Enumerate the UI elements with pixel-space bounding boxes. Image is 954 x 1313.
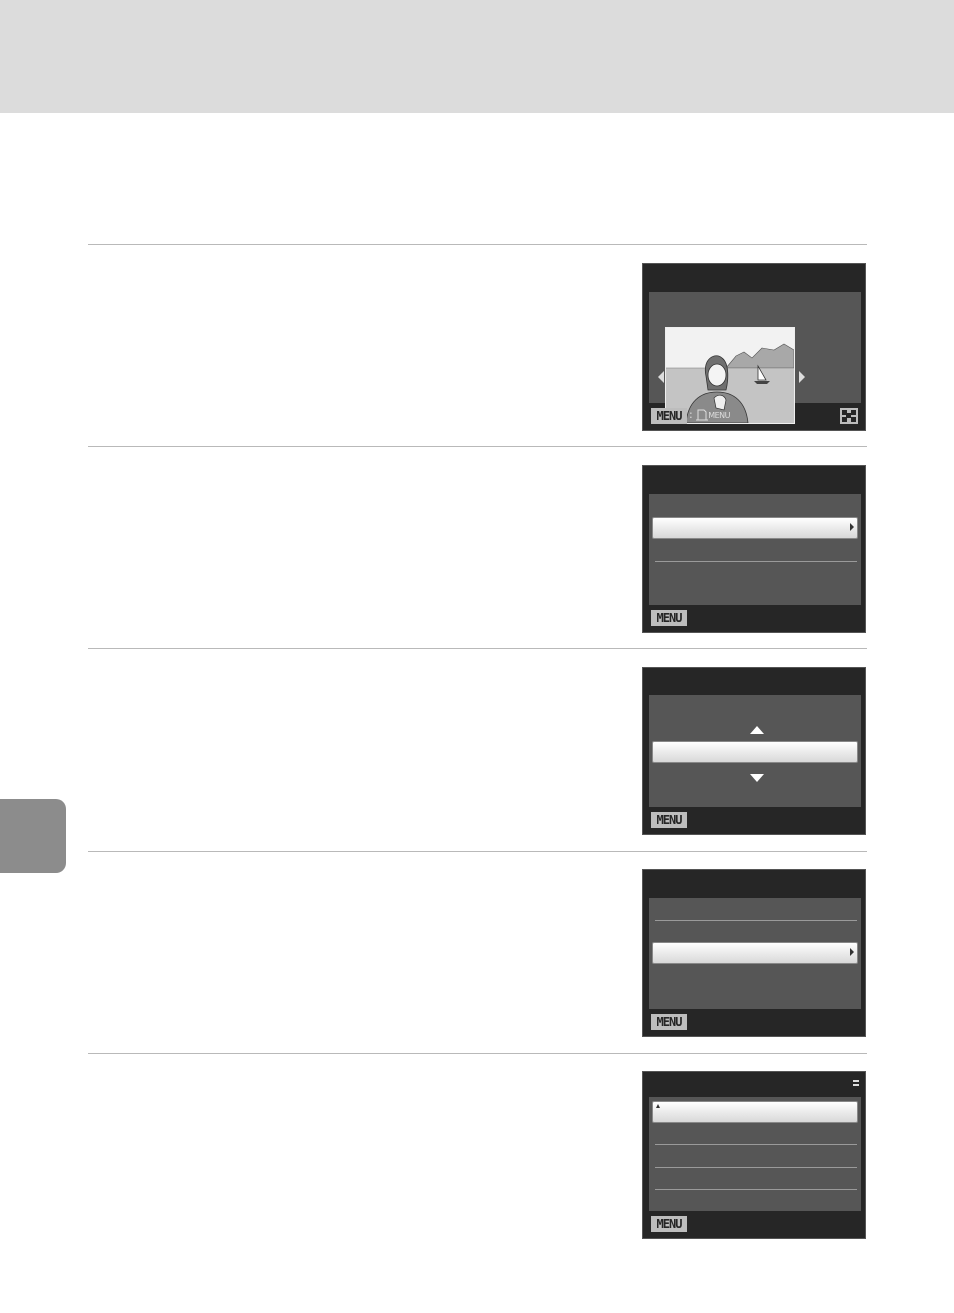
camera-screen-menu-2: MENU: [642, 869, 866, 1037]
selector-value-row[interactable]: [652, 741, 858, 763]
menu-separator: [655, 561, 857, 562]
camera-screen-menu-1: MENU: [642, 465, 866, 633]
arrow-down-icon[interactable]: [750, 774, 764, 782]
menu-item-selected[interactable]: [652, 942, 858, 964]
camera-screen-list: MENU: [642, 1071, 866, 1239]
menu-button-icon[interactable]: MENU: [651, 408, 687, 424]
print-icon: [696, 409, 709, 421]
thumbnail-view-icon[interactable]: [840, 408, 858, 424]
chevron-right-icon: [850, 948, 854, 956]
step-divider: [88, 851, 867, 852]
selector-panel: [649, 695, 861, 807]
camera-screen-selector: MENU: [642, 667, 866, 835]
menu-button-icon[interactable]: MENU: [651, 1014, 687, 1030]
scroll-indicator-icon: [853, 1080, 859, 1086]
page-header-band: [0, 0, 954, 113]
menu-panel: [649, 898, 861, 1009]
next-image-icon[interactable]: [799, 371, 805, 383]
step-divider: [88, 446, 867, 447]
menu-panel: [649, 494, 861, 605]
print-menu-label: MENU: [708, 411, 730, 420]
step-divider: [88, 1053, 867, 1054]
menu-separator: [655, 920, 857, 921]
arrow-up-icon[interactable]: [750, 726, 764, 734]
playback-panel: [649, 292, 861, 424]
list-separator: [655, 1189, 857, 1190]
menu-button-icon[interactable]: MENU: [651, 812, 687, 828]
list-item-selected[interactable]: [652, 1101, 858, 1123]
list-separator: [655, 1144, 857, 1145]
chevron-right-icon: [850, 523, 854, 531]
step-divider: [88, 648, 867, 649]
cursor-icon: [656, 1104, 660, 1108]
list-separator: [655, 1167, 857, 1168]
list-panel: [649, 1097, 861, 1211]
menu-button-icon[interactable]: MENU: [651, 1216, 687, 1232]
prev-image-icon[interactable]: [658, 371, 664, 383]
camera-screen-playback: MENU : MENU: [642, 263, 866, 431]
menu-item-selected[interactable]: [652, 517, 858, 539]
section-tab: [0, 799, 66, 873]
step-divider: [88, 244, 867, 245]
print-menu-icon: : MENU: [689, 408, 730, 421]
menu-button-icon[interactable]: MENU: [651, 610, 687, 626]
